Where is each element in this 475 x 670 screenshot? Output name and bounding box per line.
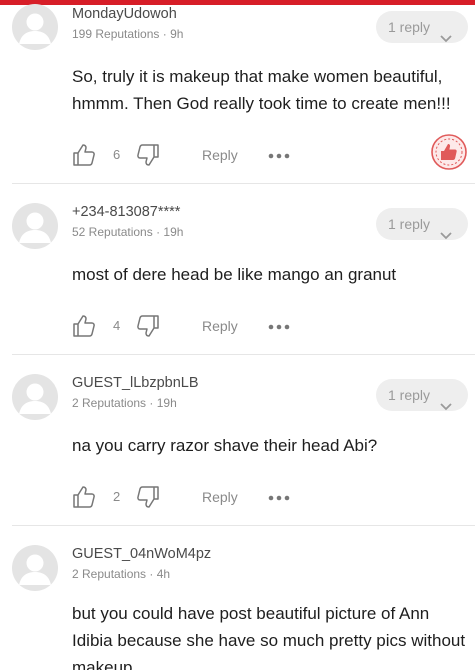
accent-top-bar (0, 0, 475, 5)
username[interactable]: GUEST_lLbzpbnLB (72, 375, 199, 391)
comment-text: but you could have post beautiful pictur… (72, 604, 466, 670)
comment-divider (12, 354, 475, 355)
username[interactable]: +234-813087**** (72, 204, 180, 220)
avatar[interactable] (12, 545, 58, 591)
reply-button[interactable]: Reply (202, 489, 238, 505)
meta-separator: · (152, 225, 164, 239)
username[interactable]: GUEST_04nWoM4pz (72, 546, 211, 562)
comment-meta: 2 Reputations · 4h (72, 567, 170, 581)
comment-meta: 2 Reputations · 19h (72, 396, 177, 410)
like-count: 4 (113, 318, 121, 333)
avatar-placeholder-icon (19, 383, 51, 414)
more-dots-icon[interactable] (268, 489, 290, 507)
meta-separator: · (146, 396, 157, 410)
more-dots-icon[interactable] (268, 318, 290, 336)
view-replies-button[interactable]: 1 reply (376, 379, 468, 411)
comment-text: most of dere head be like mango an granu… (72, 265, 397, 284)
comment-time: 19h (156, 396, 177, 410)
reputation-count: 2 Reputations (72, 396, 147, 410)
avatar[interactable] (12, 374, 58, 420)
reputation-count: 2 Reputations (72, 567, 147, 581)
thumb-down-icon[interactable] (136, 314, 160, 343)
comment-time: 9h (170, 27, 184, 41)
reputation-count: 52 Reputations (72, 225, 153, 239)
thumb-up-icon[interactable] (72, 485, 96, 514)
chevron-down-icon (440, 219, 452, 251)
like-count: 6 (113, 147, 121, 162)
view-replies-label: 1 reply (388, 19, 431, 35)
view-replies-button[interactable]: 1 reply (376, 208, 468, 240)
thumb-up-badge-icon[interactable] (430, 133, 468, 176)
comment-time: 19h (163, 225, 184, 239)
reply-button[interactable]: Reply (202, 147, 238, 163)
thumb-down-icon[interactable] (136, 485, 160, 514)
thumb-up-icon[interactable] (72, 143, 96, 172)
avatar[interactable] (12, 4, 58, 50)
username[interactable]: MondayUdowoh (72, 6, 177, 22)
avatar[interactable] (12, 203, 58, 249)
meta-separator: · (159, 27, 171, 41)
comment-meta: 52 Reputations · 19h (72, 225, 183, 239)
avatar-placeholder-icon (19, 212, 51, 243)
comment-actions: 2 Reply (0, 483, 475, 513)
avatar-placeholder-icon (19, 554, 51, 585)
like-count: 2 (113, 489, 121, 504)
view-replies-label: 1 reply (388, 216, 431, 232)
comment-meta: 199 Reputations · 9h (72, 27, 183, 41)
reputation-count: 199 Reputations (72, 27, 160, 41)
comment-time: 4h (156, 567, 171, 581)
meta-separator: · (146, 567, 157, 581)
comment-actions: 6 Reply (0, 141, 475, 171)
comment-text: na you carry razor shave their head Abi? (72, 436, 378, 455)
view-replies-label: 1 reply (388, 387, 431, 403)
comment-text: So, truly it is makeup that make women b… (72, 67, 451, 113)
comment-item: GUEST_04nWoM4pz 2 Reputations · 4h but y… (0, 526, 475, 670)
comment-divider (12, 183, 475, 184)
thumb-up-icon[interactable] (72, 314, 96, 343)
more-dots-icon[interactable] (268, 147, 290, 165)
reply-button[interactable]: Reply (202, 318, 238, 334)
thumb-down-icon[interactable] (136, 143, 160, 172)
view-replies-button[interactable]: 1 reply (376, 11, 468, 43)
chevron-down-icon (440, 390, 452, 422)
avatar-placeholder-icon (19, 13, 51, 44)
chevron-down-icon (440, 22, 452, 54)
comment-actions: 4 Reply (0, 312, 475, 342)
